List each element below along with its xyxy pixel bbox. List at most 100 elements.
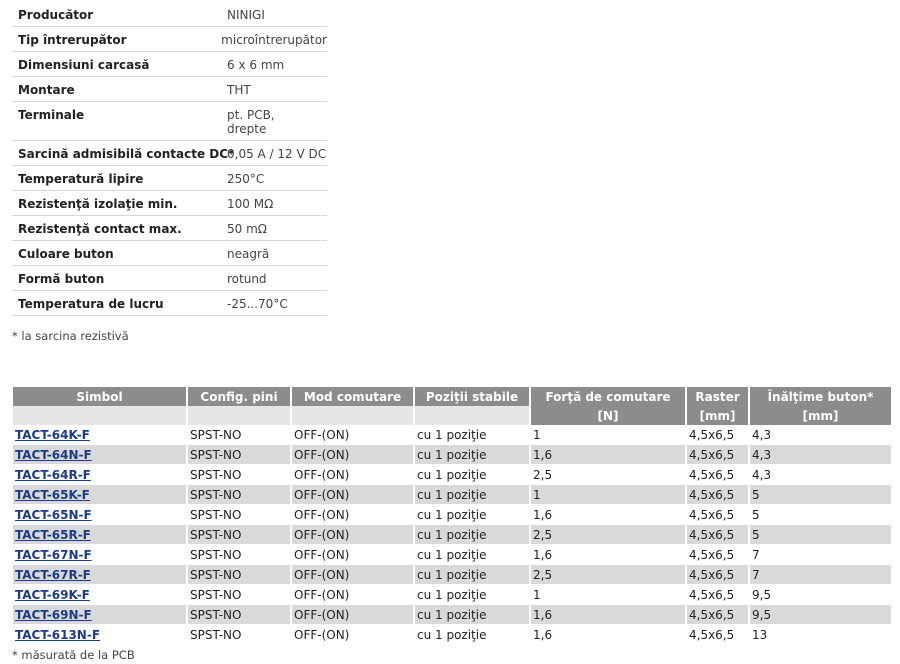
table-cell: OFF-(ON)	[290, 584, 414, 605]
spec-row: Rezistenţă contact max. 50 mΩ	[12, 216, 327, 241]
table-row: TACT-65R-F SPST-NO OFF-(ON) cu 1 poziţie 2,5…	[13, 524, 891, 545]
spec-value-line: 6 x 6 mm	[227, 58, 285, 72]
table-cell: cu 1 poziţie	[413, 524, 530, 545]
spec-value: 6 x 6 mm	[221, 52, 327, 76]
table-cell: 9,5	[748, 584, 891, 605]
column-header: Simbol	[13, 387, 187, 406]
table-cell: SPST-NO	[186, 504, 291, 525]
table-cell: cu 1 poziţie	[413, 425, 530, 445]
table-cell: SPST-NO	[186, 584, 291, 605]
table-cell: OFF-(ON)	[290, 544, 414, 565]
spec-value: rotund	[221, 266, 327, 290]
table-cell: 4,5x6,5	[685, 484, 749, 505]
spec-value-line: drepte	[227, 122, 267, 136]
table-cell: 7	[748, 564, 891, 585]
table-cell: 1	[529, 484, 686, 505]
spec-label: Montare	[18, 83, 75, 97]
symbol-cell: TACT-64N-F	[13, 444, 187, 465]
product-link[interactable]: TACT-64N-F	[15, 448, 92, 462]
spec-value-line: NINIGI	[227, 8, 265, 22]
product-link[interactable]: TACT-65N-F	[15, 508, 92, 522]
spec-row: Rezistenţă izolaţie min. 100 MΩ	[12, 191, 327, 216]
product-link[interactable]: TACT-67N-F	[15, 548, 92, 562]
table-cell: cu 1 poziţie	[413, 604, 530, 625]
table-cell: 1,6	[529, 544, 686, 565]
spec-value-line: -25...70°C	[227, 297, 288, 311]
table-cell: 13	[748, 624, 891, 645]
table-cell: SPST-NO	[186, 544, 291, 565]
column-unit	[290, 406, 414, 425]
table-cell: 4,5x6,5	[685, 425, 749, 445]
column-header: Forţă de comutare	[529, 387, 686, 406]
table-header-row: Simbol Config. pini Mod comutare Poziţii st…	[13, 387, 891, 406]
spec-value: pt. PCB, drepte	[221, 102, 327, 140]
table-cell: 2,5	[529, 524, 686, 545]
spec-label: Temperatura de lucru	[18, 297, 164, 311]
spec-value-line: 50 mΩ	[227, 222, 267, 236]
spec-table: Producător NINIGI Tip întrerupător microînt…	[12, 2, 327, 316]
table-row: TACT-69N-F SPST-NO OFF-(ON) cu 1 poziţie 1,6…	[13, 604, 891, 625]
table-row: TACT-67R-F SPST-NO OFF-(ON) cu 1 poziţie 2,5…	[13, 564, 891, 585]
spec-value-line: pt. PCB,	[227, 108, 275, 122]
spec-value-line: neagră	[227, 247, 270, 261]
table-cell: 4,3	[748, 425, 891, 445]
table-cell: cu 1 poziţie	[413, 484, 530, 505]
product-link[interactable]: TACT-613N-F	[15, 628, 100, 642]
table-cell: 7	[748, 544, 891, 565]
column-unit	[413, 406, 530, 425]
table-cell: 1	[529, 425, 686, 445]
column-header: Config. pini	[186, 387, 291, 406]
product-link[interactable]: TACT-64R-F	[15, 468, 91, 482]
table-cell: SPST-NO	[186, 425, 291, 445]
spec-label: Formă buton	[18, 272, 105, 286]
symbol-cell: TACT-65N-F	[13, 504, 187, 525]
spec-row: Formă buton rotund	[12, 266, 327, 291]
column-unit	[186, 406, 291, 425]
table-cell: cu 1 poziţie	[413, 624, 530, 645]
table-cell: 4,5x6,5	[685, 464, 749, 485]
spec-label: Dimensiuni carcasă	[18, 58, 150, 72]
spec-value: 50 mΩ	[221, 216, 327, 240]
table-cell: cu 1 poziţie	[413, 464, 530, 485]
spec-label: Rezistenţă contact max.	[18, 222, 182, 236]
table-footnote: * măsurată de la PCB	[12, 648, 135, 662]
spec-value: 100 MΩ	[221, 191, 327, 215]
table-cell: 4,5x6,5	[685, 504, 749, 525]
spec-row: Dimensiuni carcasă 6 x 6 mm	[12, 52, 327, 77]
spec-value-line: 100 MΩ	[227, 197, 274, 211]
symbol-cell: TACT-65K-F	[13, 484, 187, 505]
symbol-cell: TACT-67R-F	[13, 564, 187, 585]
spec-row: Sarcină admisibilă contacte DC* 0,05 A / …	[12, 141, 327, 166]
table-cell: SPST-NO	[186, 444, 291, 465]
product-link[interactable]: TACT-65R-F	[15, 528, 91, 542]
product-link[interactable]: TACT-69N-F	[15, 608, 92, 622]
spec-label: Temperatură lipire	[18, 172, 144, 186]
table-cell: 1	[529, 584, 686, 605]
table-cell: cu 1 poziţie	[413, 544, 530, 565]
table-cell: 1,6	[529, 444, 686, 465]
symbol-cell: TACT-65R-F	[13, 524, 187, 545]
table-cell: 1,6	[529, 624, 686, 645]
spec-value: NINIGI	[221, 2, 327, 26]
column-unit	[13, 406, 187, 425]
column-header: Înălţime buton*	[748, 387, 891, 406]
product-link[interactable]: TACT-65K-F	[15, 488, 90, 502]
table-cell: 4,5x6,5	[685, 624, 749, 645]
table-cell: 5	[748, 504, 891, 525]
table-cell: 5	[748, 524, 891, 545]
product-link[interactable]: TACT-67R-F	[15, 568, 91, 582]
table-cell: 2,5	[529, 464, 686, 485]
spec-footnote: * la sarcina rezistivă	[12, 329, 129, 343]
product-link[interactable]: TACT-69K-F	[15, 588, 90, 602]
spec-value: THT	[221, 77, 327, 101]
symbol-cell: TACT-69N-F	[13, 604, 187, 625]
table-row: TACT-613N-F SPST-NO OFF-(ON) cu 1 poziţie 1,…	[13, 624, 891, 645]
table-cell: SPST-NO	[186, 564, 291, 585]
table-cell: SPST-NO	[186, 484, 291, 505]
spec-value: 250°C	[221, 166, 327, 190]
table-cell: SPST-NO	[186, 464, 291, 485]
product-link[interactable]: TACT-64K-F	[15, 428, 90, 442]
spec-value: 0,05 A / 12 V DC	[221, 141, 327, 165]
table-cell: 1,6	[529, 604, 686, 625]
table-cell: cu 1 poziţie	[413, 584, 530, 605]
